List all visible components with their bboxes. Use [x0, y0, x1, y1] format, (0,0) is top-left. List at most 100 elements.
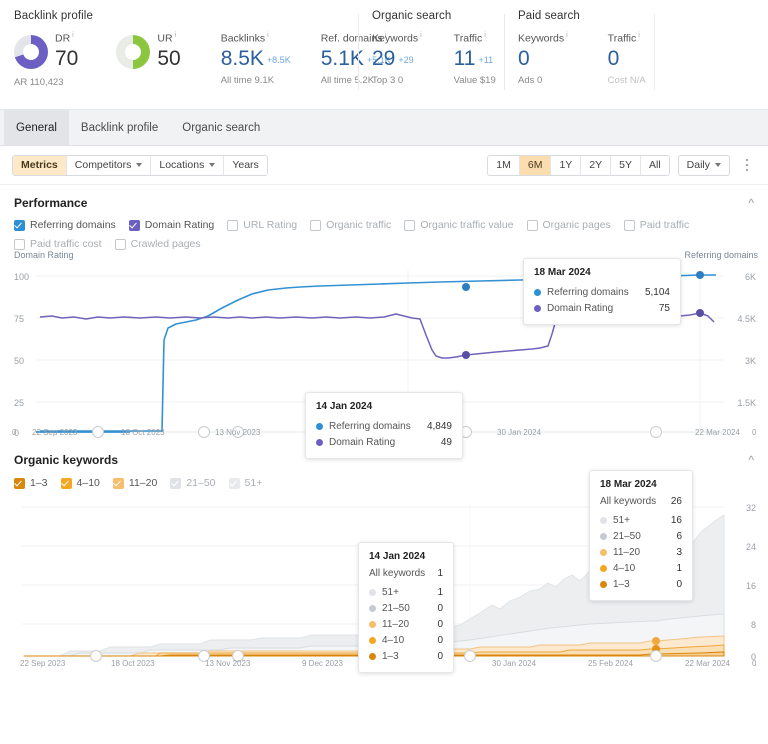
legend-rank-11-20[interactable]: 11–20 [112, 477, 157, 489]
filter-years-button[interactable]: Years [224, 155, 267, 175]
range-1y-button[interactable]: 1Y [551, 155, 582, 175]
tooltip-series-value: 75 [658, 302, 670, 314]
checkbox[interactable] [310, 219, 322, 231]
legend-rank-21-50[interactable]: 21–50 [170, 477, 216, 489]
granularity-dropdown[interactable]: Daily [677, 154, 730, 176]
checkbox[interactable] [112, 477, 124, 489]
series-dot-referring-domains [534, 288, 541, 296]
legend-organic-traffic-value[interactable]: Organic traffic value [404, 219, 514, 231]
tooltip-series-value: 0 [437, 650, 443, 662]
info-icon[interactable]: i [175, 32, 177, 39]
tooltip-series-value: 4,849 [426, 420, 452, 432]
info-icon[interactable]: i [420, 32, 422, 39]
metric-sub: Cost N/A [607, 74, 646, 86]
legend-crawled-pages[interactable]: Crawled pages [114, 238, 201, 250]
y2-tick: 8 [750, 620, 756, 630]
range-5y-button[interactable]: 5Y [611, 155, 641, 175]
legend-label: 21–50 [186, 477, 216, 489]
metric-ur[interactable]: UR i 50 [116, 32, 181, 72]
more-options-icon[interactable] [738, 158, 756, 172]
legend-rank-51-plus[interactable]: 51+ [228, 477, 262, 489]
ahrefs-site-overview-page: Backlink profile DR i 70 AR 110,423 UR i… [0, 0, 768, 744]
metric-organic-traffic[interactable]: Traffic i 11 +11 Value $19 [454, 32, 496, 86]
checkbox[interactable] [623, 219, 635, 231]
y-tick: 75 [14, 314, 25, 324]
range-1m-button[interactable]: 1M [488, 155, 520, 175]
series-dot-4-10 [600, 564, 607, 572]
metric-delta: +11 [478, 54, 494, 65]
date-range-group: 1M 6M 1Y 2Y 5Y All [487, 154, 670, 176]
legend-referring-domains[interactable]: Referring domains [14, 219, 116, 231]
series-dot-domain-rating [534, 304, 541, 312]
checkbox[interactable] [14, 238, 25, 250]
tooltip-series-name: 21–50 [613, 530, 641, 542]
checkbox[interactable] [170, 477, 182, 489]
checkbox[interactable] [228, 477, 240, 489]
legend-organic-traffic[interactable]: Organic traffic [310, 219, 391, 231]
tooltip-series-name: 4–10 [613, 562, 636, 574]
range-2y-button[interactable]: 2Y [581, 155, 612, 175]
metric-paid-traffic[interactable]: Traffic i 0 Cost N/A [608, 32, 646, 86]
metric-label: Backlinks i [220, 32, 269, 45]
legend-url-rating[interactable]: URL Rating [227, 219, 297, 231]
legend-label: Organic traffic [326, 219, 392, 231]
checkbox[interactable] [526, 219, 538, 231]
checkbox[interactable] [14, 219, 25, 231]
legend-domain-rating[interactable]: Domain Rating [128, 219, 214, 231]
metric-label: Traffic i [453, 32, 486, 45]
legend-rank-4-10[interactable]: 4–10 [60, 477, 100, 489]
divider [504, 14, 505, 90]
tooltip-total-row: All keywords 26 [600, 496, 682, 512]
tooltip-organic-jan: 14 Jan 2024 All keywords 1 51+ 1 21–50 0 11… [358, 542, 454, 673]
tooltip-series-name: 51+ [613, 514, 630, 526]
metric-organic-keywords[interactable]: Keywords i 29 +29 Top 3 0 [372, 32, 422, 86]
metric-paid-keywords[interactable]: Keywords i 0 Ads 0 [518, 32, 568, 86]
metric-sub: Value $19 [453, 74, 496, 86]
legend-rank-1-3[interactable]: 1–3 [14, 477, 48, 489]
group-title: Organic search [372, 10, 452, 22]
tooltip-row: 51+ 16 [600, 512, 682, 528]
tab-organic-search[interactable]: Organic search [170, 110, 272, 145]
metric-label: Keywords i [372, 32, 422, 45]
metric-dr[interactable]: DR i 70 AR 110,423 [14, 32, 78, 88]
legend-organic-pages[interactable]: Organic pages [526, 219, 611, 231]
metric-delta: +29 [398, 54, 414, 65]
chevron-up-icon[interactable]: ^ [748, 196, 754, 210]
y2-tick: 3K [744, 356, 756, 366]
tooltip-total-value: 26 [670, 496, 682, 507]
range-6m-button[interactable]: 6M [519, 155, 552, 175]
tab-general[interactable]: General [4, 110, 69, 145]
tooltip-row: 11–20 0 [369, 616, 443, 632]
tooltip-series-value: 0 [437, 634, 443, 646]
legend-label: 1–3 [30, 477, 48, 489]
tooltip-series-name: 51+ [382, 586, 399, 598]
info-icon[interactable]: i [638, 32, 640, 39]
series-dot-domain-rating [316, 438, 323, 446]
tooltip-series-name: Domain Rating [547, 302, 614, 314]
tooltip-row: 1–3 0 [600, 576, 682, 592]
tooltip-date: 18 Mar 2024 [534, 267, 591, 278]
filter-competitors-button[interactable]: Competitors [66, 155, 152, 175]
checkbox[interactable] [114, 238, 126, 250]
info-icon[interactable]: i [566, 32, 568, 39]
metric-group-organic-search: Organic search Keywords i 29 +29 Top 3 0 T… [372, 10, 496, 86]
checkbox[interactable] [60, 477, 72, 489]
legend-paid-traffic[interactable]: Paid traffic [623, 219, 689, 231]
checkbox[interactable] [14, 477, 25, 489]
checkbox[interactable] [404, 219, 416, 231]
checkbox[interactable] [227, 219, 239, 231]
range-all-button[interactable]: All [640, 155, 669, 175]
filter-metrics-button[interactable]: Metrics [13, 155, 67, 175]
tooltip-row: 51+ 1 [369, 584, 443, 600]
info-icon[interactable]: i [484, 32, 486, 39]
info-icon[interactable]: i [72, 32, 74, 39]
chevron-up-icon[interactable]: ^ [748, 453, 754, 467]
tooltip-date: 18 Mar 2024 [600, 479, 657, 490]
legend-paid-traffic-cost[interactable]: Paid traffic cost [14, 238, 102, 250]
info-icon[interactable]: i [267, 32, 269, 39]
metric-backlinks[interactable]: Backlinks i 8.5K +8.5K All time 9.1K [221, 32, 291, 86]
tooltip-series-name: 11–20 [613, 546, 641, 558]
checkbox[interactable] [128, 219, 140, 231]
tab-backlink-profile[interactable]: Backlink profile [69, 110, 170, 145]
filter-locations-button[interactable]: Locations [151, 155, 225, 175]
